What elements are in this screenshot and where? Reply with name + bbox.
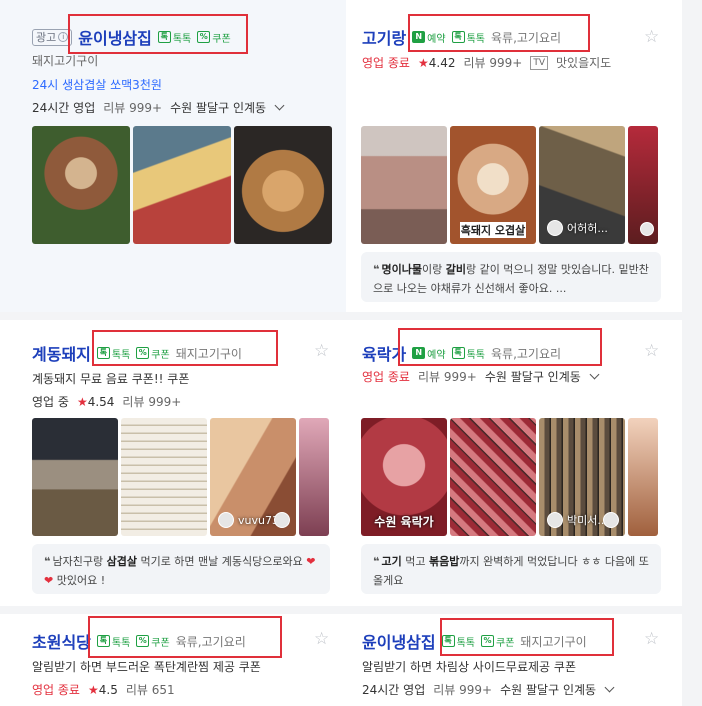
status-text: 영업 중: [32, 395, 69, 409]
review-count[interactable]: 리뷰 999+: [103, 99, 162, 116]
place-name[interactable]: 윤이냉삼집: [362, 629, 436, 653]
tv-program[interactable]: 맛있을지도: [556, 54, 611, 71]
review-count[interactable]: 리뷰 999+: [463, 54, 522, 71]
status-text: 영업 종료: [362, 370, 410, 384]
place-name[interactable]: 초원식당: [32, 629, 91, 653]
place-name[interactable]: 고기랑: [362, 25, 406, 49]
place-card[interactable]: 윤이냉삼집 톡 톡톡 % 쿠폰 돼지고기구이 ☆ 알림받기 하면 차림상 사이드무료…: [346, 614, 682, 706]
ad-badge: 광고 i: [32, 28, 73, 46]
quote-icon: ❝: [373, 555, 380, 568]
highlight-box: [440, 618, 614, 656]
status-text: 영업 종료: [32, 683, 80, 697]
avatar: [603, 512, 619, 528]
favorite-star-icon[interactable]: ☆: [644, 28, 662, 46]
avatar: [547, 220, 563, 236]
status-text: 영업 종료: [362, 56, 410, 70]
photo-user: vuvu73: [218, 512, 279, 528]
favorite-star-icon[interactable]: ☆: [644, 630, 662, 648]
photo-thumbnail[interactable]: [133, 126, 231, 244]
favorite-star-icon[interactable]: ☆: [644, 342, 662, 360]
photo-thumbnail[interactable]: [32, 126, 130, 244]
quote-icon: ❝: [373, 263, 380, 276]
place-card[interactable]: 고기랑 N 예약 톡 톡톡 육류,고기요리 ☆ 영업 종료 ★4.42 리뷰 999…: [346, 0, 682, 312]
place-card[interactable]: 광고 i 윤이냉삼집 톡 톡톡 % 쿠폰 돼지고기구이 24시 생삼겹살 쏘맥3천원 …: [0, 0, 346, 312]
quote-icon: ❝: [44, 555, 51, 568]
photo-user: 어허허...: [547, 220, 608, 236]
star-icon: ★: [87, 682, 99, 697]
photo-thumbnail[interactable]: [450, 418, 536, 536]
photo-thumbnail[interactable]: [628, 126, 658, 244]
review-count[interactable]: 리뷰 999+: [433, 681, 492, 698]
place-name[interactable]: 계동돼지: [32, 341, 91, 365]
review-snippet[interactable]: ❝ 명이나물이랑 갈비랑 같이 먹으니 정말 맛있습니다. 밑반찬으로 나오는 야…: [361, 252, 661, 302]
category-label: 돼지고기구이: [32, 54, 99, 68]
chevron-down-icon[interactable]: [604, 682, 615, 693]
promo-text[interactable]: 24시 생삼겹살 쏘맥3천원: [32, 76, 162, 93]
tv-badge: TV: [530, 55, 548, 70]
place-card[interactable]: 계동돼지 톡 톡톡 % 쿠폰 돼지고기구이 ☆ 계동돼지 무료 음료 쿠폰!! 쿠폰…: [0, 320, 346, 606]
review-count[interactable]: 리뷰 651: [126, 681, 175, 698]
avatar: [274, 512, 290, 528]
highlight-box: [408, 14, 590, 52]
photo-thumbnail[interactable]: [299, 418, 329, 536]
photo-thumbnail[interactable]: [628, 418, 658, 536]
promo-text[interactable]: 알림받기 하면 부드러운 폭탄계란찜 제공 쿠폰: [32, 658, 261, 675]
promo-text[interactable]: 계동돼지 무료 음료 쿠폰!! 쿠폰: [32, 370, 189, 387]
search-results-grid: 광고 i 윤이냉삼집 톡 톡톡 % 쿠폰 돼지고기구이 24시 생삼겹살 쏘맥3천원 …: [0, 0, 682, 706]
photo-caption: 수원 육락가: [374, 515, 434, 529]
highlight-box: [88, 616, 282, 658]
photo-thumbnail[interactable]: [361, 126, 447, 244]
photo-caption: 흑돼지 오겹살: [460, 222, 526, 238]
promo-text[interactable]: 알림받기 하면 차림상 사이드무료제공 쿠폰: [362, 658, 576, 675]
hours-text: 24시간 영업: [362, 683, 426, 697]
photo-thumbnail[interactable]: [234, 126, 332, 244]
review-count[interactable]: 리뷰 999+: [418, 368, 477, 385]
rating: ★4.54: [76, 394, 115, 409]
chevron-down-icon[interactable]: [274, 100, 285, 111]
favorite-star-icon[interactable]: ☆: [314, 630, 332, 648]
photo-thumbnail[interactable]: 흑돼지 오겹살: [450, 126, 536, 244]
rating: ★4.5: [87, 682, 118, 697]
location-text[interactable]: 수원 팔달구 인계동: [170, 99, 266, 116]
favorite-star-icon[interactable]: ☆: [314, 342, 332, 360]
photo-thumbnail[interactable]: 수원 육락가: [361, 418, 447, 536]
location-text[interactable]: 수원 팔달구 인계동: [500, 681, 596, 698]
rating: ★4.42: [417, 55, 456, 70]
avatar: [218, 512, 234, 528]
location-text[interactable]: 수원 팔달구 인계동: [485, 368, 581, 385]
place-card[interactable]: 육락가 N 예약 톡 톡톡 육류,고기요리 ☆ 영업 종료 리뷰 999+ 수원 팔…: [346, 320, 682, 606]
highlight-box: [92, 330, 278, 366]
highlight-box: [398, 328, 602, 366]
photo-thumbnail[interactable]: vuvu73: [210, 418, 296, 536]
photo-thumbnail[interactable]: 박미서...: [539, 418, 625, 536]
hours-text: 24시간 영업: [32, 101, 96, 115]
photo-thumbnail[interactable]: [121, 418, 207, 536]
photo-thumbnail[interactable]: 어허허...: [539, 126, 625, 244]
star-icon: ★: [76, 394, 88, 409]
review-snippet[interactable]: ❝ 남자친구랑 삼겹살 먹기로 하면 맨날 계동식당으로와요 ❤❤ 맛있어요 !: [32, 544, 330, 594]
avatar: [547, 512, 563, 528]
info-icon[interactable]: i: [58, 32, 69, 42]
photo-user: 박미서...: [547, 512, 608, 528]
avatar: [640, 222, 654, 236]
review-snippet[interactable]: ❝ 고기 먹고 볶음밥까지 완벽하게 먹었답니다 ㅎㅎ 다음에 또 올게요: [361, 544, 661, 594]
star-icon: ★: [417, 55, 429, 70]
chevron-down-icon[interactable]: [589, 369, 600, 380]
review-count[interactable]: 리뷰 999+: [122, 393, 181, 410]
highlight-box: [68, 14, 248, 54]
place-card[interactable]: 초원식당 톡 톡톡 % 쿠폰 육류,고기요리 ☆ 알림받기 하면 부드러운 폭탄계란…: [0, 614, 346, 706]
photo-thumbnail[interactable]: [32, 418, 118, 536]
